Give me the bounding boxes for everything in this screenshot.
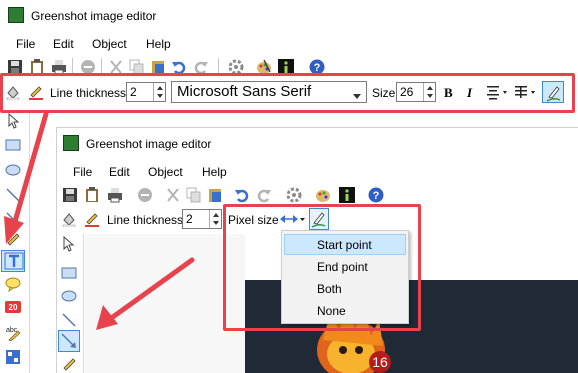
arrow-to-arrow-tool xyxy=(96,257,195,330)
annotation-arrows xyxy=(4,111,195,330)
arrow-to-text-tool xyxy=(4,111,49,244)
